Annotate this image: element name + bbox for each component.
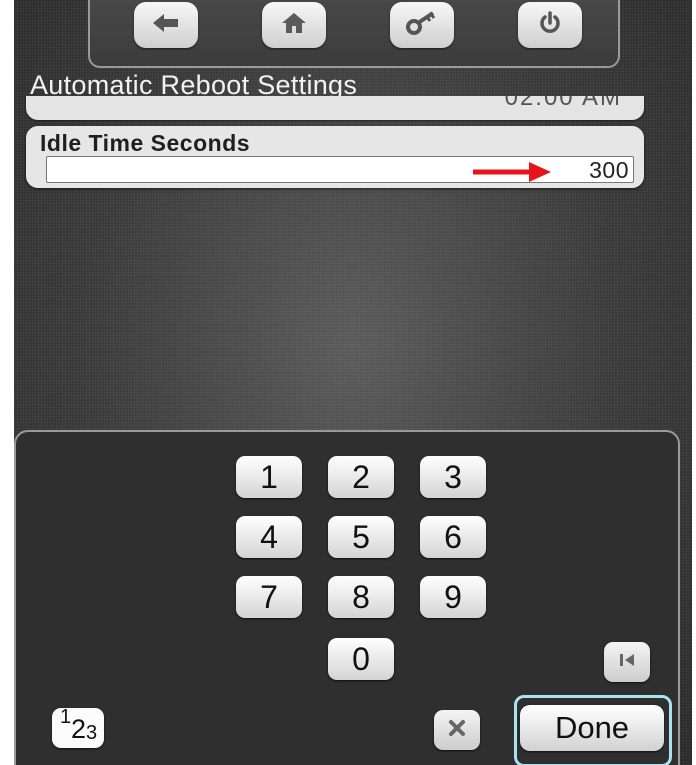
previous-setting-row[interactable]: 02:00 AM — [26, 96, 644, 120]
home-icon — [280, 11, 308, 40]
clear-icon — [446, 717, 468, 744]
mode-label-3: 3 — [86, 722, 98, 744]
key-6[interactable]: 6 — [420, 516, 486, 558]
number-mode-button[interactable]: 1 2 3 — [52, 706, 104, 748]
idle-time-label: Idle Time Seconds — [40, 130, 251, 156]
arrow-left-icon — [151, 12, 181, 39]
key-5[interactable]: 5 — [328, 516, 394, 558]
power-icon — [537, 10, 563, 41]
idle-time-value: 300 — [589, 157, 629, 183]
key-3[interactable]: 3 — [420, 456, 486, 498]
home-button[interactable] — [262, 2, 326, 48]
backspace-button[interactable] — [604, 642, 650, 682]
annotation-arrow-icon — [473, 162, 551, 182]
screen: Automatic Reboot Settings 02:00 AM Idle … — [14, 0, 692, 765]
clear-button[interactable] — [434, 710, 480, 750]
key-1[interactable]: 1 — [236, 456, 302, 498]
key-icon — [405, 10, 439, 41]
mode-label-1: 1 — [60, 706, 72, 728]
power-button[interactable] — [518, 2, 582, 48]
top-toolbar — [88, 0, 620, 68]
key-8[interactable]: 8 — [328, 576, 394, 618]
previous-setting-value: 02:00 AM — [504, 96, 622, 111]
key-button[interactable] — [390, 2, 454, 48]
key-4[interactable]: 4 — [236, 516, 302, 558]
key-0[interactable]: 0 — [328, 638, 394, 680]
back-button[interactable] — [134, 2, 198, 48]
mode-label-2: 2 — [71, 714, 87, 744]
key-2[interactable]: 2 — [328, 456, 394, 498]
key-9[interactable]: 9 — [420, 576, 486, 618]
numeric-keypad: 1 2 3 4 5 6 7 8 9 0 1 2 3 Done — [14, 430, 680, 765]
done-button[interactable]: Done — [520, 705, 664, 751]
key-7[interactable]: 7 — [236, 576, 302, 618]
backspace-icon — [616, 651, 638, 674]
